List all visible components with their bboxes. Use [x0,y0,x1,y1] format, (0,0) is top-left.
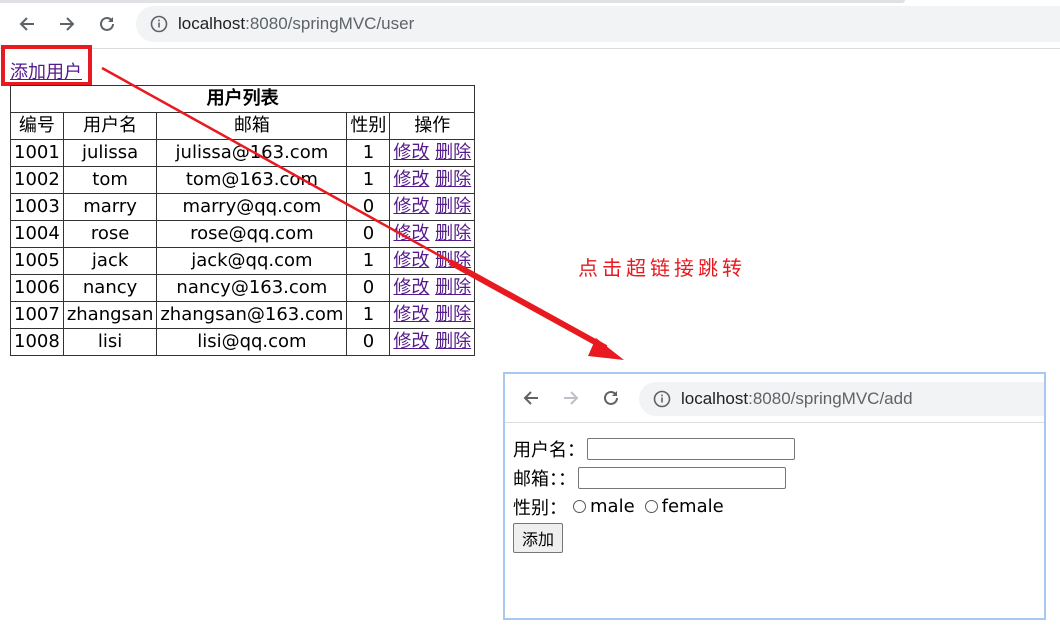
popup-forward-button[interactable] [557,384,585,412]
popup-reload-button[interactable] [597,384,625,412]
submit-button[interactable]: 添加 [513,523,564,553]
female-label: female [661,496,724,517]
popup-url-path: :8080/springMVC/add [748,389,913,408]
popup-url-host: localhost [681,389,749,408]
popup-toolbar: localhost:8080/springMVC/add [505,374,1044,423]
gender-label: 性别： [513,497,567,519]
add-user-form: 用户名： 邮箱：： 性别： male female 添加 [513,434,795,553]
male-label: male [590,496,635,517]
email-input[interactable] [578,466,786,489]
email-row: 邮箱：： [513,463,795,492]
username-row: 用户名： [513,434,795,463]
back-arrow-icon [523,391,538,405]
username-input[interactable] [587,437,795,460]
annotation-text: 点击超链接跳转 [578,256,746,280]
popup-address-bar[interactable]: localhost:8080/springMVC/add [639,382,1044,416]
username-label: 用户名： [513,439,585,461]
site-info-icon[interactable] [653,390,671,408]
male-radio[interactable] [573,500,586,513]
popup-back-button[interactable] [517,384,545,412]
reload-icon [604,390,618,405]
add-page-window: localhost:8080/springMVC/add 用户名： 邮箱：： 性… [503,372,1046,620]
email-label: 邮箱：： [513,468,576,490]
popup-url-text: localhost:8080/springMVC/add [681,389,913,409]
gender-row: 性别： male female [513,492,795,521]
female-radio[interactable] [644,500,658,513]
forward-arrow-icon [564,391,579,405]
